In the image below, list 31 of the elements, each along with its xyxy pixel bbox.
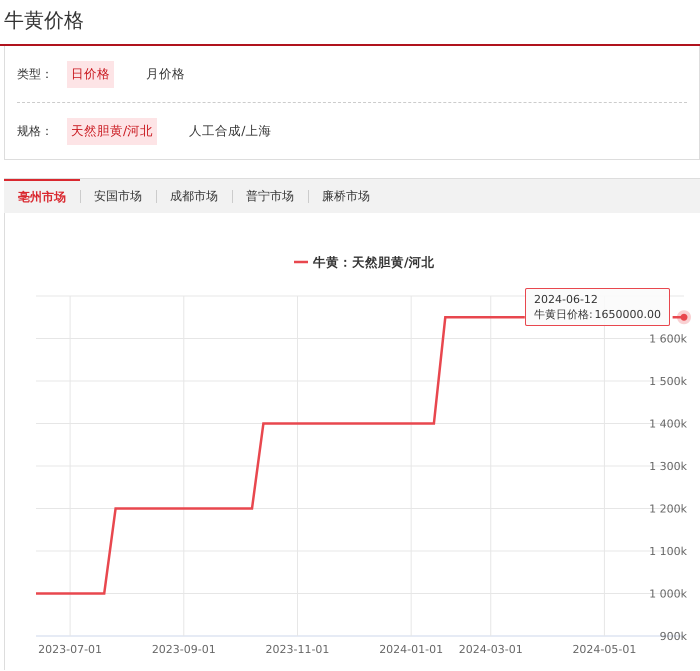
filter-option[interactable]: 人工合成/上海 <box>185 118 276 144</box>
x-axis-label: 2023-11-01 <box>266 643 330 656</box>
x-axis-label: 2023-09-01 <box>152 643 216 656</box>
x-axis-label: 2023-07-01 <box>38 643 102 656</box>
filter-option[interactable]: 日价格 <box>67 60 114 88</box>
filter-label: 类型： <box>17 66 54 82</box>
y-axis-label: 900k <box>660 630 687 643</box>
market-tab[interactable]: 亳州市场 <box>4 179 80 213</box>
page-title: 牛黄价格 <box>0 0 700 46</box>
x-axis-label: 2024-05-01 <box>572 643 636 656</box>
tooltip-label: 牛黄日价格: <box>534 307 593 322</box>
legend-item[interactable]: 牛黄：天然胆黄/河北 <box>294 254 435 270</box>
market-tab[interactable]: 普宁市场 <box>232 179 308 213</box>
x-axis-label: 2024-03-01 <box>458 643 523 656</box>
tooltip-date: 2024-06-12 <box>534 292 599 307</box>
y-axis-label: 1 500k <box>649 375 687 388</box>
y-axis-label: 1 600k <box>649 332 687 346</box>
market-tab[interactable]: 成都市场 <box>156 179 232 213</box>
data-point[interactable] <box>677 310 691 324</box>
x-axis-label: 2024-01-01 <box>379 643 444 656</box>
filter-option[interactable]: 月价格 <box>142 60 189 88</box>
filter-option[interactable]: 天然胆黄/河北 <box>67 118 158 144</box>
y-axis-label: 1 400k <box>649 418 687 430</box>
market-tab[interactable]: 安国市场 <box>80 179 156 213</box>
y-axis-label: 1 200k <box>649 502 687 516</box>
filter-label: 规格： <box>17 122 54 140</box>
tooltip-value: 1650000.00 <box>594 307 661 322</box>
market-tab[interactable]: 廉桥市场 <box>308 179 384 213</box>
y-axis-label: 1 100k <box>649 545 687 558</box>
y-axis-label: 1 000k <box>649 588 687 600</box>
y-axis-label: 1 300k <box>649 460 687 473</box>
